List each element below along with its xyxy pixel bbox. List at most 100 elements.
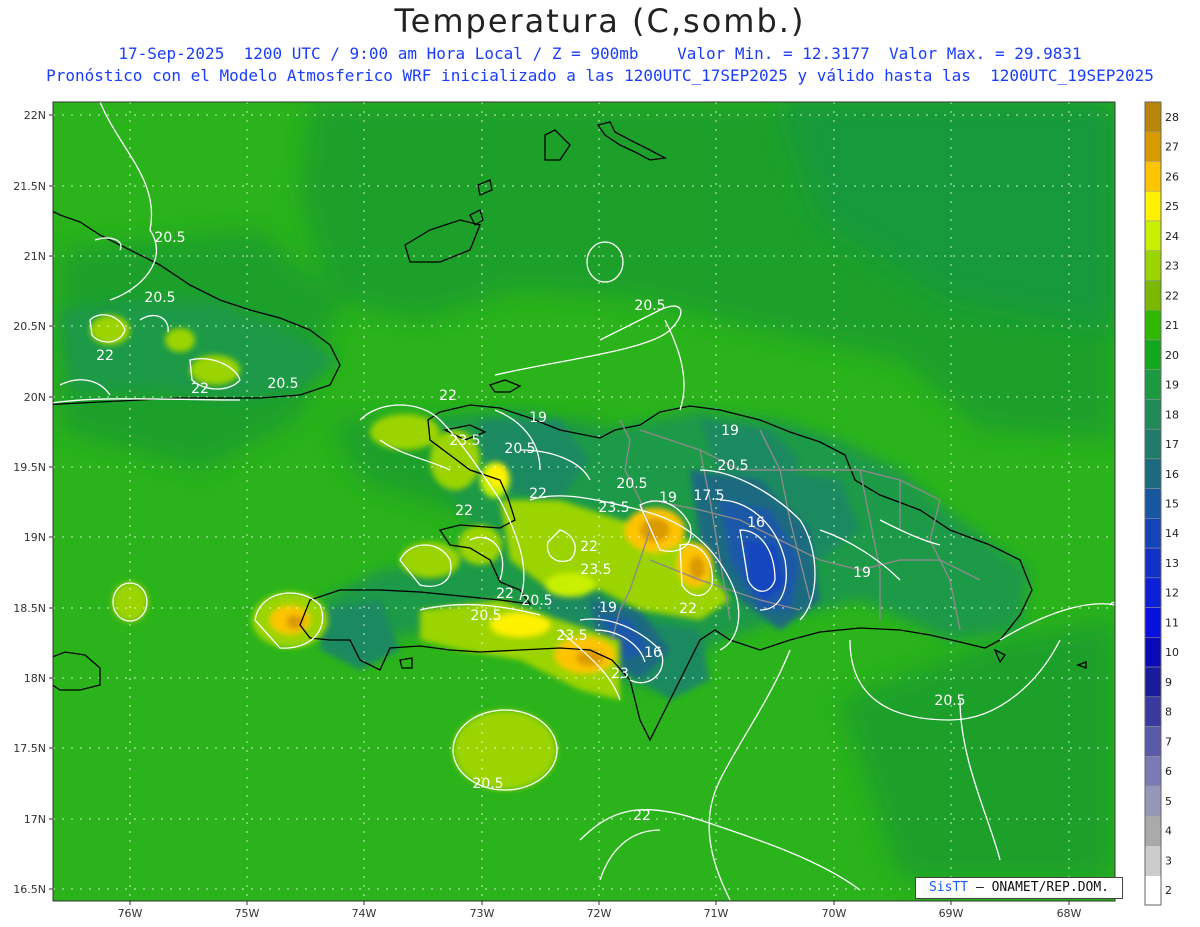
colorbar-swatch [1144, 399, 1162, 430]
colorbar-swatch [1144, 190, 1162, 222]
lat-label: 20N [24, 391, 46, 404]
colorbar-label: 20 [1165, 349, 1179, 362]
colorbar-swatch [1144, 815, 1162, 846]
contour-label: 22 [580, 539, 598, 555]
lon-label: 69W [939, 907, 964, 920]
lon-label: 76W [118, 907, 143, 920]
colorbar-swatch [1144, 309, 1162, 341]
colorbar-label: 3 [1165, 854, 1172, 867]
lat-label: 18N [24, 672, 46, 685]
lat-label: 16.5N [13, 883, 46, 896]
credit-text: – ONAMET/REP.DOM. [975, 880, 1110, 895]
lat-label: 18.5N [13, 602, 46, 615]
lat-label: 20.5N [13, 320, 46, 333]
lat-label: 21N [24, 250, 46, 263]
contour-label: 20.5 [616, 476, 647, 492]
contour-label: 19 [529, 410, 547, 426]
colorbar-label: 18 [1165, 408, 1179, 421]
contour-label: 23.5 [580, 562, 611, 578]
colorbar-swatch [1144, 339, 1162, 370]
contour-label: 20.5 [717, 458, 748, 474]
colorbar-label: 25 [1165, 200, 1179, 213]
contour-label: 20.5 [144, 290, 175, 306]
colorbar: 2827262524232221201918171615141312111098… [1144, 101, 1179, 906]
colorbar-swatch [1144, 161, 1162, 192]
lon-label: 75W [235, 907, 260, 920]
lat-label: 17.5N [13, 742, 46, 755]
colorbar-swatch [1144, 726, 1162, 757]
latitude-labels: 22N 21.5N 21N 20.5N 20N 19.5N 19N 18.5N 18N 17.5N… [13, 109, 53, 896]
contour-label: 23.5 [598, 500, 629, 516]
colorbar-label: 2 [1165, 884, 1172, 897]
contour-label: 22 [191, 381, 209, 397]
contour-label: 20.5 [470, 608, 501, 624]
colorbar-label: 26 [1165, 170, 1179, 183]
contour-label: 20.5 [267, 376, 298, 392]
colorbar-swatch [1144, 875, 1162, 906]
colorbar-swatch [1144, 785, 1162, 817]
contour-label: 23 [611, 666, 629, 682]
lon-label: 68W [1057, 907, 1082, 920]
colorbar-swatch [1144, 250, 1162, 281]
colorbar-label: 22 [1165, 289, 1179, 302]
colorbar-label: 24 [1165, 230, 1179, 243]
map-field [53, 102, 1115, 901]
colorbar-label: 28 [1165, 111, 1179, 124]
colorbar-swatch [1144, 488, 1162, 519]
colorbar-label: 15 [1165, 498, 1179, 511]
colorbar-swatch [1144, 369, 1162, 400]
contour-label: 20.5 [504, 441, 535, 457]
colorbar-swatch [1144, 577, 1162, 608]
colorbar-swatch [1144, 637, 1162, 668]
contour-label: 20.5 [521, 593, 552, 609]
contour-label: 16 [644, 645, 662, 661]
colorbar-label: 9 [1165, 676, 1172, 689]
colorbar-label: 5 [1165, 795, 1172, 808]
lon-label: 70W [822, 907, 847, 920]
contour-label: 19 [721, 423, 739, 439]
credit-box: SisTT – ONAMET/REP.DOM. [915, 877, 1123, 899]
colorbar-swatch [1144, 547, 1162, 579]
colorbar-label: 16 [1165, 468, 1179, 481]
lon-label: 72W [587, 907, 612, 920]
colorbar-label: 8 [1165, 706, 1172, 719]
colorbar-swatch [1144, 131, 1162, 162]
contour-label: 22 [529, 486, 547, 502]
colorbar-swatch [1144, 607, 1162, 638]
colorbar-swatch [1144, 696, 1162, 727]
lat-label: 19.5N [13, 461, 46, 474]
contour-label: 19 [853, 565, 871, 581]
lon-label: 74W [352, 907, 377, 920]
contour-label: 16 [747, 515, 765, 531]
colorbar-label: 10 [1165, 646, 1179, 659]
colorbar-swatch [1144, 666, 1162, 698]
colorbar-label: 14 [1165, 527, 1179, 540]
colorbar-label: 17 [1165, 438, 1179, 451]
colorbar-swatch [1144, 458, 1162, 489]
contour-label: 23.5 [449, 433, 480, 449]
lon-label: 71W [704, 907, 729, 920]
contour-label: 22 [455, 503, 473, 519]
contour-label: 23.5 [556, 628, 587, 644]
sistt-logo: SisTT [928, 880, 969, 895]
lat-label: 17N [24, 813, 46, 826]
colorbar-label: 23 [1165, 260, 1179, 273]
temperature-map: 20.520.52222 20.5221923.5 20.5222220.523.5… [13, 101, 1179, 920]
colorbar-swatch [1144, 101, 1162, 132]
colorbar-label: 4 [1165, 825, 1172, 838]
contour-label: 22 [633, 808, 651, 824]
lat-label: 21.5N [13, 180, 46, 193]
lat-label: 19N [24, 531, 46, 544]
colorbar-label: 6 [1165, 765, 1172, 778]
contour-label: 22 [679, 601, 697, 617]
lon-label: 73W [470, 907, 495, 920]
colorbar-swatch [1144, 518, 1162, 549]
colorbar-swatch [1144, 280, 1162, 311]
colorbar-label: 11 [1165, 616, 1179, 629]
colorbar-swatch [1144, 756, 1162, 787]
colorbar-label: 21 [1165, 319, 1179, 332]
colorbar-label: 27 [1165, 141, 1179, 154]
colorbar-label: 19 [1165, 379, 1179, 392]
contour-label: 19 [599, 600, 617, 616]
colorbar-swatch [1144, 845, 1162, 876]
